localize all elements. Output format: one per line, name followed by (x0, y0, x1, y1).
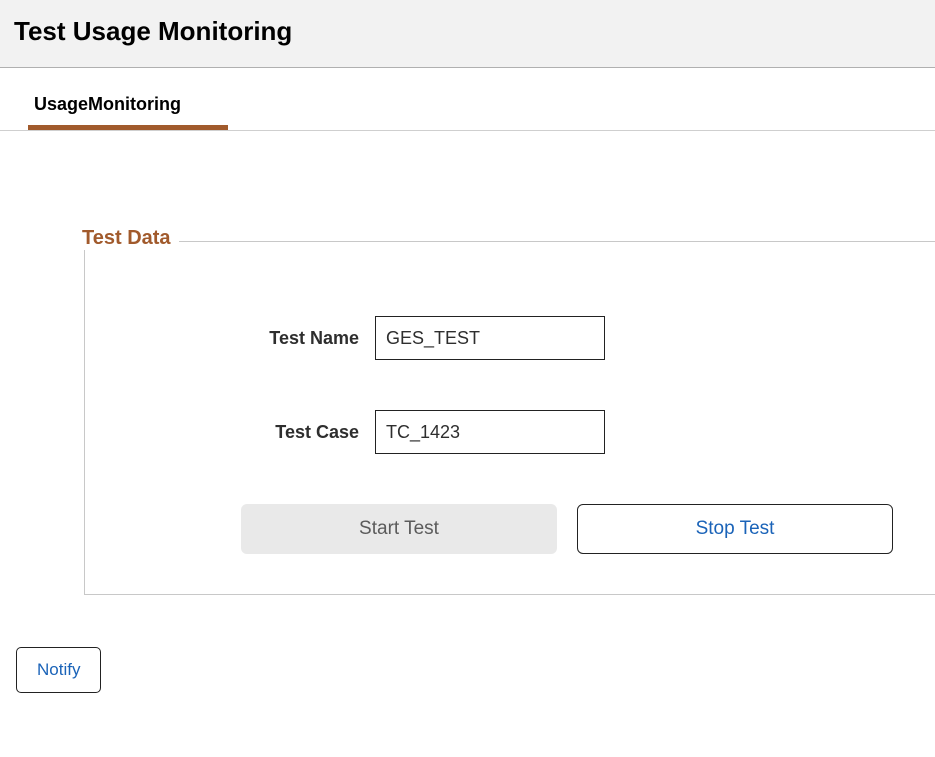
test-case-row: Test Case (85, 410, 935, 454)
page-title: Test Usage Monitoring (14, 16, 921, 47)
tab-bar: UsageMonitoring (0, 68, 935, 131)
test-name-row: Test Name (85, 316, 935, 360)
tab-usage-monitoring[interactable]: UsageMonitoring (28, 94, 228, 130)
fieldset-body: Test Name Test Case Start Test Stop Test (84, 241, 935, 595)
button-row: Start Test Stop Test (85, 504, 935, 554)
fieldset-title: Test Data (82, 227, 179, 250)
main-content: Test Data Test Name Test Case Start Test… (0, 131, 935, 595)
test-name-input[interactable] (375, 316, 605, 360)
start-test-button[interactable]: Start Test (241, 504, 557, 554)
test-case-input[interactable] (375, 410, 605, 454)
stop-test-button[interactable]: Stop Test (577, 504, 893, 554)
test-case-label: Test Case (85, 422, 375, 443)
page-header: Test Usage Monitoring (0, 0, 935, 68)
test-name-label: Test Name (85, 328, 375, 349)
footer-bar: Notify (0, 595, 935, 693)
notify-button[interactable]: Notify (16, 647, 101, 693)
test-data-fieldset: Test Data Test Name Test Case Start Test… (84, 241, 935, 595)
